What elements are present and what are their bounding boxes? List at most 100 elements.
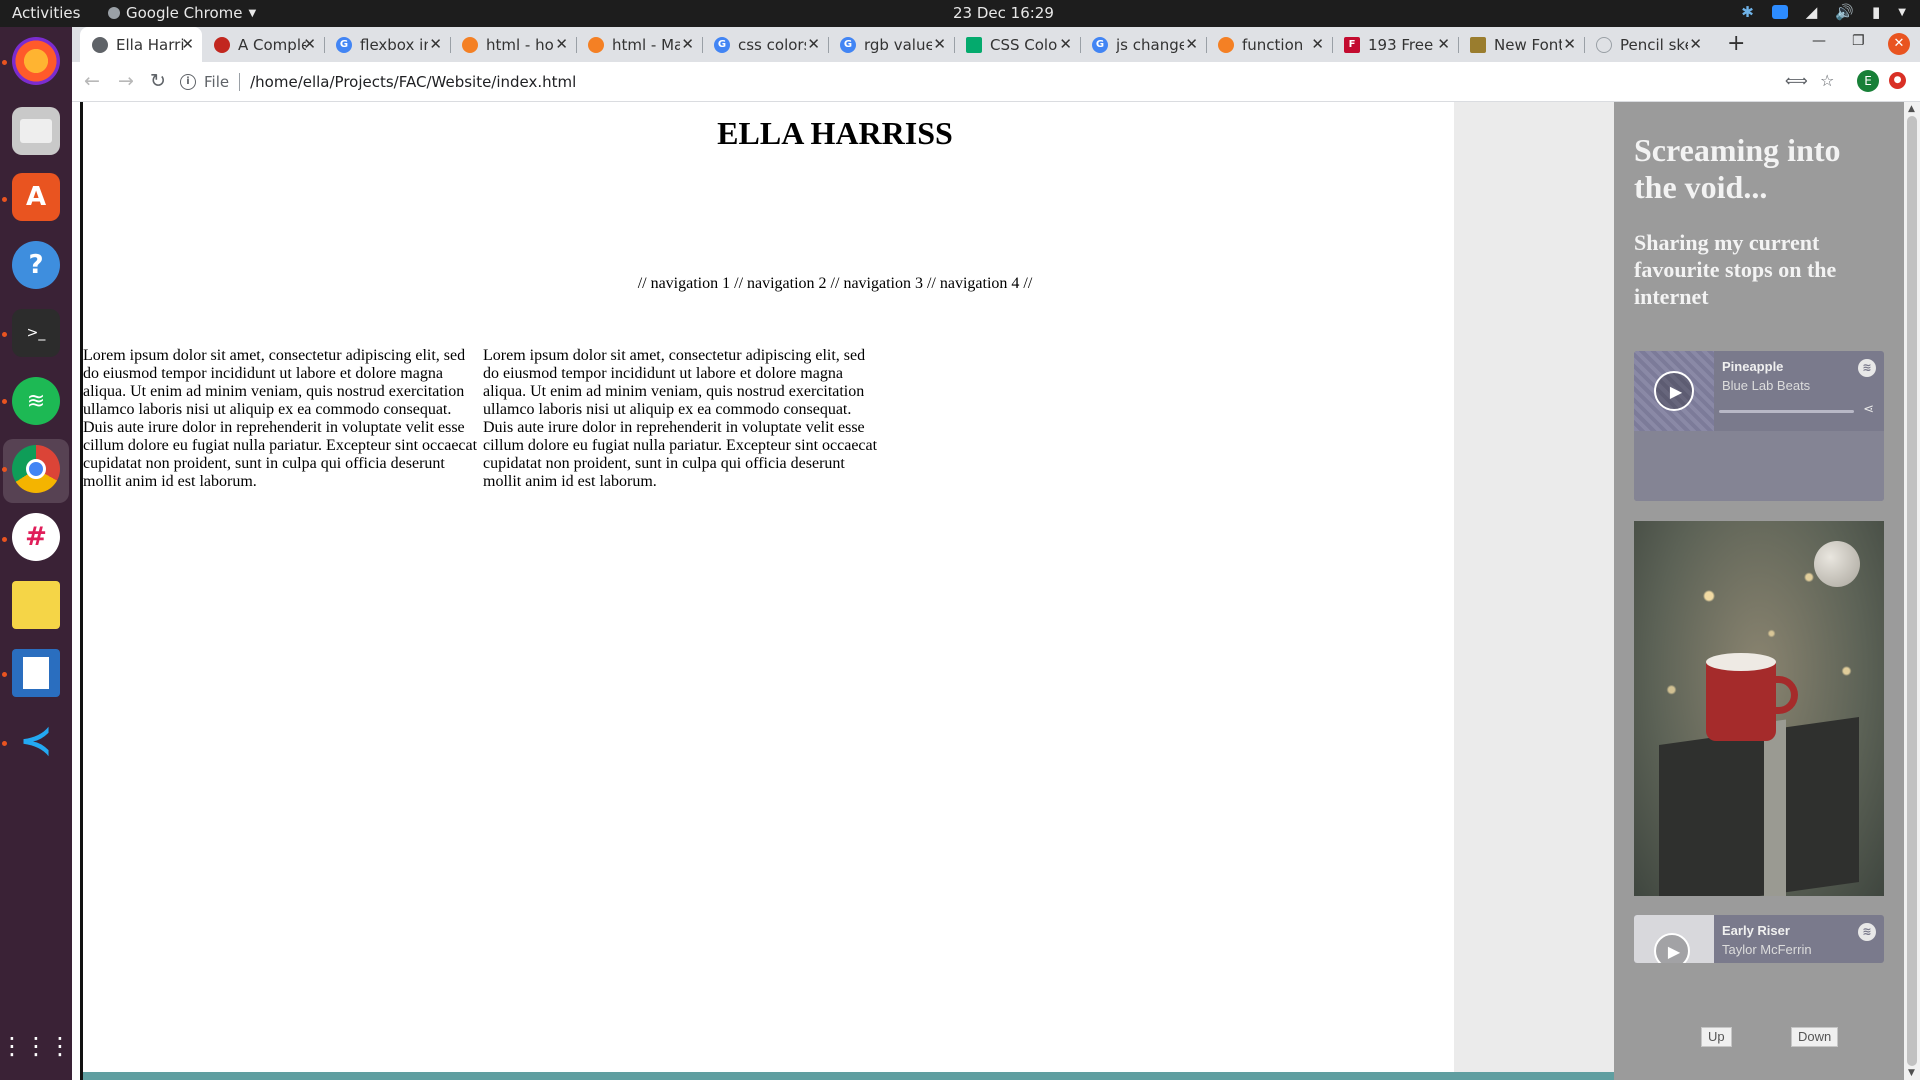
running-indicator [2,672,7,677]
tab-flexbox[interactable]: G flexbox in css ✕ [324,27,450,62]
tab-complete-guide[interactable]: A Complete Guide ✕ [202,27,324,62]
slack-tray-icon[interactable]: ✱ [1741,3,1754,21]
system-menu-caret-icon[interactable]: ▼ [1898,7,1906,18]
tab-close-icon[interactable]: ✕ [1563,35,1576,53]
terminal-icon[interactable]: >_ [12,309,60,357]
show-applications-icon[interactable]: ⋮⋮⋮ [0,1022,72,1070]
spotify-embed-pineapple[interactable]: ▶ Pineapple Blue Lab Beats ≋ ⋖ [1634,351,1884,501]
scroll-up-arrow-icon[interactable]: ▲ [1908,104,1915,114]
track-artist[interactable]: Taylor McFerrin [1722,942,1812,957]
vscode-icon[interactable]: ≺ [12,717,60,765]
ubuntu-software-icon[interactable]: A [12,173,60,221]
running-indicator [2,537,7,542]
tab-title: A Complete Guide [238,35,306,54]
track-progress-bar[interactable] [1719,410,1854,413]
tab-title: Ella Harriss [116,35,184,54]
tab-title: html - Make [612,35,680,54]
tab-close-icon[interactable]: ✕ [555,35,568,53]
tab-ella-harriss[interactable]: Ella Harriss ✕ [80,27,202,62]
scrollbar-thumb[interactable] [1907,116,1917,1066]
page-left-border [80,102,83,1080]
fonts-site-favicon-icon [1470,36,1486,53]
spotify-icon[interactable]: ≋ [12,377,60,425]
forward-arrow-icon[interactable]: → [118,70,134,92]
firefox-icon[interactable] [12,37,60,85]
tab-js-change[interactable]: G js change ✕ [1080,27,1206,62]
tab-css-colors-w3[interactable]: CSS Colors ✕ [954,27,1080,62]
omnibox-separator [239,73,241,91]
tab-rgb-value[interactable]: G rgb value ✕ [828,27,954,62]
play-icon[interactable]: ▶ [1654,933,1690,963]
tab-new-fonts[interactable]: New Fonts ✕ [1458,27,1584,62]
app-menu[interactable]: Google Chrome ▼ [108,4,256,22]
minimize-button[interactable]: — [1812,33,1826,49]
share-icon[interactable]: ⋖ [1863,402,1874,417]
battery-icon[interactable]: ▮ [1872,3,1880,21]
css-tricks-favicon-icon [214,36,230,53]
loading-favicon-icon [1596,36,1612,53]
bookmark-star-icon[interactable]: ☆ [1820,71,1834,90]
spotify-logo-icon[interactable]: ≋ [1858,923,1876,941]
clock[interactable]: 23 Dec 16:29 [953,4,1054,22]
spotify-logo-icon[interactable]: ≋ [1858,359,1876,377]
google-chrome-icon[interactable] [12,445,60,493]
tab-title: rgb value [864,35,932,54]
tab-close-icon[interactable]: ✕ [933,35,946,53]
reload-icon[interactable]: ↻ [150,70,166,92]
translate-icon[interactable]: ⟺ [1785,71,1808,90]
tab-close-icon[interactable]: ✕ [1311,35,1324,53]
slack-icon[interactable]: # [12,513,60,561]
zoom-tray-icon[interactable] [1771,5,1788,19]
notes-icon[interactable] [12,581,60,629]
tab-close-icon[interactable]: ✕ [1059,35,1072,53]
tab-function[interactable]: function ✕ [1206,27,1332,62]
running-indicator [2,197,7,202]
play-icon[interactable]: ▶ [1654,371,1694,411]
restore-button[interactable]: ❐ [1852,33,1865,49]
help-icon[interactable]: ? [12,241,60,289]
chrome-window: Ella Harriss ✕ A Complete Guide ✕ G flex… [72,27,1920,1080]
tab-close-icon[interactable]: ✕ [1437,35,1450,53]
profile-avatar[interactable]: E [1857,70,1879,92]
url-text[interactable]: /home/ella/Projects/FAC/Website/index.ht… [250,73,576,91]
up-button[interactable]: Up [1701,1027,1732,1047]
tab-close-icon[interactable]: ✕ [303,35,316,53]
text-column-2: Lorem ipsum dolor sit amet, consectetur … [483,347,878,490]
down-button[interactable]: Down [1791,1027,1839,1047]
address-bar[interactable]: i File /home/ella/Projects/FAC/Website/i… [180,67,1580,97]
dock: A ? >_ ≋ # ≺ ⋮⋮⋮ [0,27,72,1080]
tab-title: js change [1116,35,1184,54]
libreoffice-writer-icon[interactable] [12,649,60,697]
footer-strip [83,1072,1614,1080]
tab-close-icon[interactable]: ✕ [429,35,442,53]
scroll-down-arrow-icon[interactable]: ▼ [1908,1068,1915,1078]
back-arrow-icon[interactable]: ← [84,70,100,92]
christmas-mug-photo [1634,521,1884,896]
extension-icon[interactable]: ● [1889,72,1906,89]
system-tray[interactable]: ✱ ◢ 🔊 ▮ ▼ [1741,3,1906,21]
page-navigation[interactable]: // navigation 1 // navigation 2 // navig… [272,275,1398,293]
vertical-scrollbar[interactable]: ▲ ▼ [1904,102,1920,1080]
tab-193-free[interactable]: F 193 Free ✕ [1332,27,1458,62]
embed-footer [1634,431,1884,501]
wifi-icon[interactable]: ◢ [1806,3,1818,21]
tab-html-make[interactable]: html - Make ✕ [576,27,702,62]
tab-close-icon[interactable]: ✕ [1185,35,1198,53]
activities-button[interactable]: Activities [12,4,80,22]
files-icon[interactable] [12,107,60,155]
track-artist[interactable]: Blue Lab Beats [1722,378,1810,393]
chrome-app-icon [108,7,120,19]
close-window-button[interactable]: ✕ [1888,33,1910,55]
tab-close-icon[interactable]: ✕ [181,35,194,53]
info-icon[interactable]: i [180,74,196,90]
volume-icon[interactable]: 🔊 [1835,3,1854,21]
tab-pencil-sketch[interactable]: Pencil sketch ✕ [1584,27,1710,62]
tab-close-icon[interactable]: ✕ [681,35,694,53]
spotify-embed-early-riser[interactable]: ▶ Early Riser Taylor McFerrin ≋ [1634,915,1884,963]
tab-close-icon[interactable]: ✕ [807,35,820,53]
ribbon-shape [1764,719,1786,896]
tab-css-colors[interactable]: G css colors ✕ [702,27,828,62]
tab-html-how[interactable]: html - how ✕ [450,27,576,62]
new-tab-button[interactable]: + [1727,31,1745,56]
tab-close-icon[interactable]: ✕ [1689,35,1702,53]
